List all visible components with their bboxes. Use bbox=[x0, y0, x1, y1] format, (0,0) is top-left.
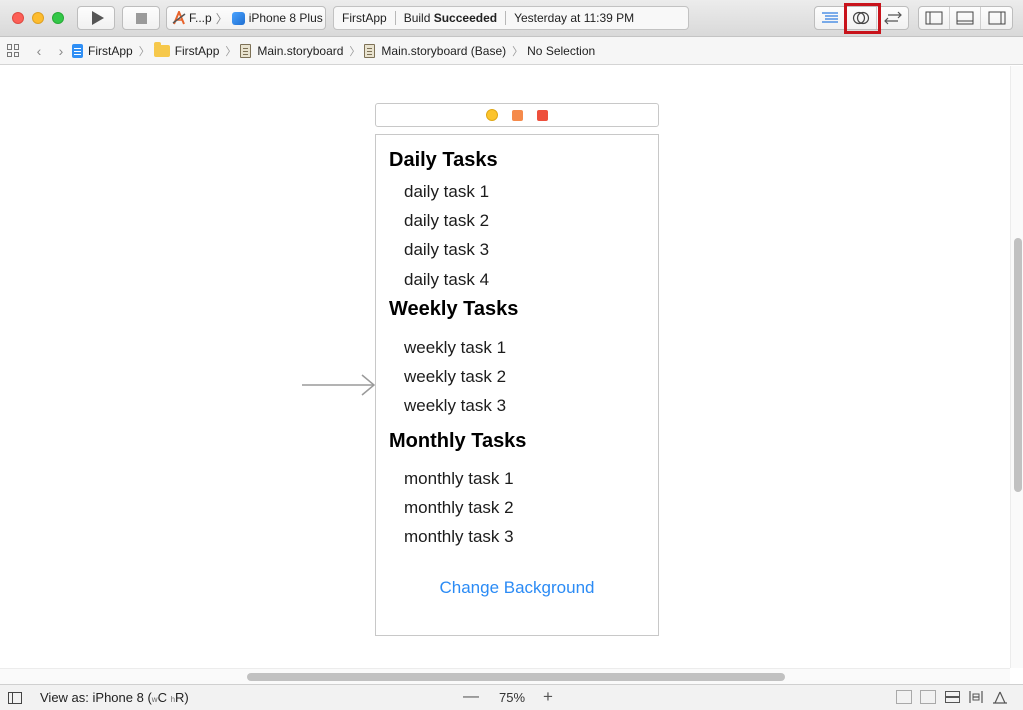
jumpbar-item-storyboard-base[interactable]: Main.storyboard (Base) bbox=[364, 43, 507, 58]
forward-arrow-icon[interactable]: › bbox=[50, 43, 72, 59]
task-label[interactable]: daily task 4 bbox=[404, 270, 489, 290]
close-window-button[interactable] bbox=[12, 12, 24, 24]
view-controller-scene[interactable]: Daily Tasks daily task 1 daily task 2 da… bbox=[375, 134, 659, 636]
task-label[interactable]: monthly task 3 bbox=[404, 527, 514, 547]
activity-viewer: FirstApp Build Succeeded Yesterday at 11… bbox=[333, 6, 689, 30]
window-toolbar: F...p 〉 iPhone 8 Plus FirstApp Build Suc… bbox=[0, 0, 1023, 37]
task-label[interactable]: weekly task 3 bbox=[404, 396, 506, 416]
zoom-out-button[interactable]: — bbox=[463, 688, 479, 706]
jumpbar-label: Main.storyboard bbox=[257, 43, 344, 58]
chevron-right-icon: 〉 bbox=[349, 45, 361, 58]
version-editor-icon bbox=[883, 11, 902, 25]
scheme-name: F...p bbox=[189, 11, 212, 25]
back-arrow-icon[interactable]: ‹ bbox=[28, 43, 50, 59]
layout-tools bbox=[896, 690, 1008, 704]
toggle-navigator-button[interactable] bbox=[919, 7, 950, 29]
initial-scene-arrow-icon[interactable] bbox=[300, 374, 376, 396]
section-heading-weekly[interactable]: Weekly Tasks bbox=[389, 298, 518, 321]
vertical-scroll-thumb[interactable] bbox=[1014, 238, 1022, 492]
stop-button[interactable] bbox=[122, 6, 160, 30]
jumpbar-item-storyboard[interactable]: Main.storyboard bbox=[240, 43, 344, 58]
minimize-window-button[interactable] bbox=[32, 12, 44, 24]
stop-icon bbox=[135, 12, 147, 24]
storyboard-file-icon bbox=[364, 43, 376, 58]
navigator-panel-icon bbox=[925, 11, 943, 25]
jump-bar: ‹ › FirstApp 〉 FirstApp 〉 Main.storyboar… bbox=[0, 37, 1023, 65]
first-responder-icon[interactable] bbox=[512, 109, 523, 121]
task-label[interactable]: weekly task 1 bbox=[404, 338, 506, 358]
related-items-icon[interactable] bbox=[7, 44, 20, 57]
chevron-right-icon: 〉 bbox=[215, 11, 228, 26]
activity-build-status: Build Succeeded bbox=[396, 11, 505, 25]
jumpbar-label: FirstApp bbox=[88, 43, 133, 58]
jumpbar-item-project[interactable]: FirstApp bbox=[72, 43, 133, 58]
storyboard-file-icon bbox=[240, 43, 252, 58]
zoom-in-button[interactable]: + bbox=[543, 687, 553, 707]
jumpbar-label: No Selection bbox=[527, 43, 596, 58]
project-file-icon bbox=[72, 43, 83, 58]
chevron-right-icon: 〉 bbox=[512, 45, 524, 58]
play-icon bbox=[91, 11, 104, 25]
vertical-scrollbar[interactable] bbox=[1010, 66, 1023, 668]
folder-icon bbox=[153, 41, 170, 57]
run-button[interactable] bbox=[77, 6, 115, 30]
view-as-suffix: ) bbox=[184, 690, 189, 705]
toggle-inspector-button[interactable] bbox=[981, 7, 1012, 29]
standard-editor-button[interactable] bbox=[815, 7, 846, 29]
view-as-device-button[interactable]: View as: iPhone 8 (wC hR) bbox=[40, 690, 189, 705]
build-label: Build bbox=[403, 11, 431, 25]
version-editor-button[interactable] bbox=[877, 7, 908, 29]
align-icon[interactable] bbox=[944, 690, 960, 704]
jumpbar-item-selection[interactable]: No Selection bbox=[527, 44, 595, 58]
activity-project: FirstApp bbox=[342, 11, 387, 25]
chevron-right-icon: 〉 bbox=[225, 45, 237, 58]
inspector-panel-icon bbox=[988, 11, 1005, 25]
xcode-app-icon bbox=[172, 11, 186, 25]
document-outline-toggle-icon[interactable] bbox=[8, 692, 22, 704]
chevron-right-icon: 〉 bbox=[138, 45, 150, 58]
height-class-value: R bbox=[175, 690, 185, 705]
task-label[interactable]: daily task 2 bbox=[404, 211, 489, 231]
section-heading-monthly[interactable]: Monthly Tasks bbox=[389, 430, 526, 453]
update-frames-icon[interactable] bbox=[896, 690, 912, 704]
change-background-button[interactable]: Change Background bbox=[376, 578, 658, 598]
standard-editor-icon bbox=[822, 12, 838, 23]
scene-dock[interactable] bbox=[375, 103, 659, 127]
jumpbar-label: FirstApp bbox=[174, 43, 220, 58]
section-heading-daily[interactable]: Daily Tasks bbox=[389, 149, 498, 172]
width-class-value: C bbox=[157, 690, 167, 705]
toggle-debug-area-button[interactable] bbox=[950, 7, 981, 29]
embed-in-stack-icon[interactable] bbox=[920, 690, 936, 704]
panel-toggle-group bbox=[918, 6, 1013, 30]
task-label[interactable]: monthly task 1 bbox=[404, 469, 514, 489]
jumpbar-item-group[interactable]: FirstApp bbox=[153, 41, 220, 58]
highlight-annotation bbox=[844, 3, 881, 34]
resolve-layout-issues-icon[interactable] bbox=[992, 690, 1008, 704]
zoom-window-button[interactable] bbox=[52, 12, 64, 24]
task-label[interactable]: weekly task 2 bbox=[404, 367, 506, 387]
horizontal-scrollbar[interactable] bbox=[0, 668, 1010, 684]
zoom-level: 75% bbox=[499, 690, 526, 705]
jumpbar-label: Main.storyboard (Base) bbox=[381, 43, 507, 58]
activity-time: Yesterday at 11:39 PM bbox=[514, 11, 635, 25]
horizontal-scroll-thumb[interactable] bbox=[247, 673, 785, 681]
bottom-bar: View as: iPhone 8 (wC hR) — 75% + bbox=[0, 684, 1023, 710]
simulator-device-icon bbox=[231, 11, 245, 25]
debug-panel-icon bbox=[956, 11, 974, 25]
view-as-label: View as: iPhone 8 ( bbox=[40, 690, 152, 705]
device-name: iPhone 8 Plus bbox=[248, 11, 323, 25]
scheme-selector[interactable]: F...p 〉 iPhone 8 Plus bbox=[166, 6, 326, 30]
view-controller-icon[interactable] bbox=[486, 109, 498, 121]
task-label[interactable]: daily task 3 bbox=[404, 240, 489, 260]
task-label[interactable]: monthly task 2 bbox=[404, 498, 514, 518]
task-label[interactable]: daily task 1 bbox=[404, 182, 489, 202]
exit-icon[interactable] bbox=[537, 109, 548, 121]
build-status: Succeeded bbox=[433, 11, 498, 25]
add-constraints-icon[interactable] bbox=[968, 690, 984, 704]
